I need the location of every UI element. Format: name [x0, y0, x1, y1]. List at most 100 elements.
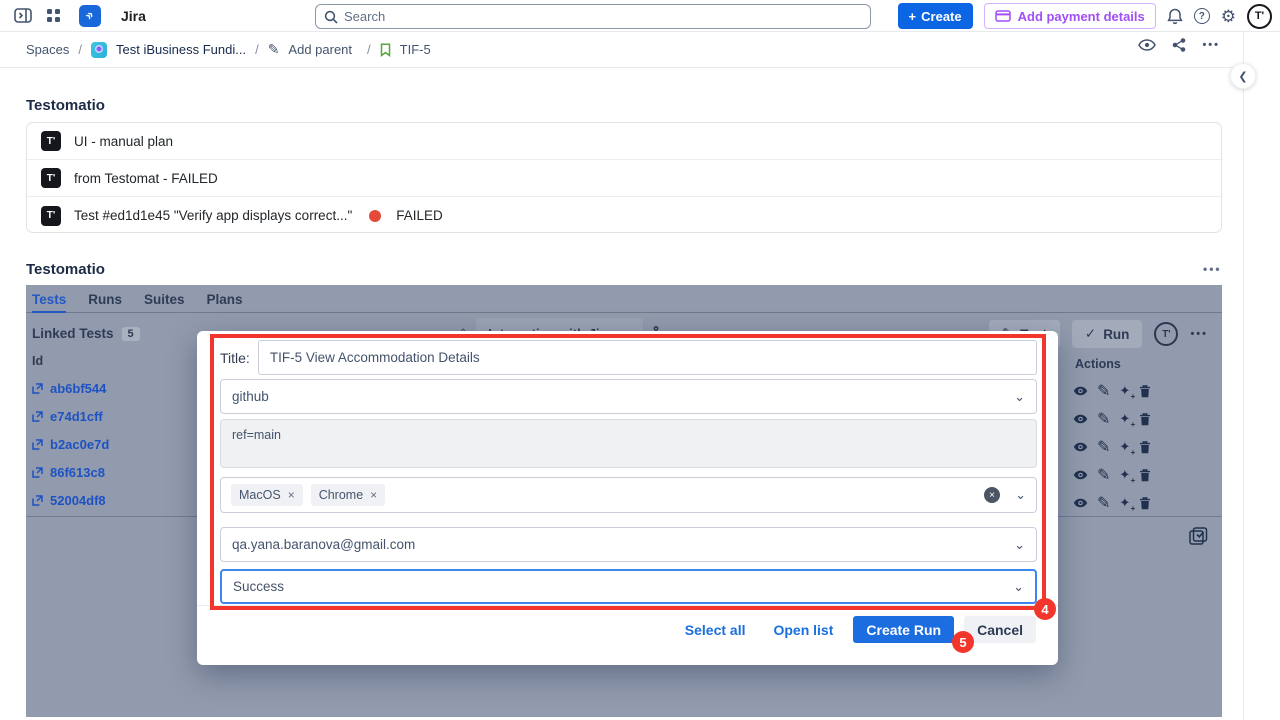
- external-link-icon: [32, 495, 43, 506]
- share-icon[interactable]: [1172, 38, 1186, 52]
- list-item[interactable]: T' Test #ed1d1e45 "Verify app displays c…: [27, 197, 1221, 233]
- search-input[interactable]: [344, 9, 862, 24]
- edit-pencil-icon[interactable]: ✎: [1097, 437, 1110, 457]
- external-link-icon: [32, 383, 43, 394]
- test-id-link[interactable]: ab6bf544: [32, 381, 106, 396]
- tab-runs[interactable]: Runs: [88, 285, 122, 313]
- settings-gear-icon[interactable]: ⚙: [1221, 8, 1236, 25]
- title-label: Title:: [220, 350, 250, 366]
- run-button[interactable]: ✓ Run: [1072, 320, 1143, 348]
- select-all-tests-icon[interactable]: [1189, 527, 1208, 545]
- collapse-panel-button[interactable]: ❮: [1230, 63, 1256, 89]
- testomatio-logo-icon: T': [41, 131, 61, 151]
- ai-sparkles-icon[interactable]: ✦: [1119, 411, 1130, 427]
- view-eye-icon[interactable]: [1073, 386, 1088, 396]
- annotation-step-5: 5: [952, 631, 974, 653]
- view-eye-icon[interactable]: [1073, 442, 1088, 452]
- app-switcher-icon[interactable]: [46, 8, 61, 23]
- breadcrumb-space-name[interactable]: Test iBusiness Fundi...: [116, 42, 246, 57]
- testomatio-circle-logo-icon[interactable]: T': [1154, 322, 1178, 346]
- edit-icon: ✎: [268, 41, 280, 58]
- assignee-select[interactable]: qa.yana.baranova@gmail.com ⌄: [220, 527, 1037, 562]
- runner-select[interactable]: github ⌄: [220, 379, 1037, 414]
- user-avatar[interactable]: T': [1247, 4, 1272, 29]
- view-eye-icon[interactable]: [1073, 414, 1088, 424]
- env-chip: MacOS ×: [231, 484, 303, 506]
- breadcrumb: Spaces / Test iBusiness Fundi... / ✎ Add…: [0, 41, 431, 58]
- row-actions: ✎✦: [1073, 409, 1151, 429]
- list-item[interactable]: T' from Testomat - FAILED: [27, 160, 1221, 197]
- edit-pencil-icon[interactable]: ✎: [1097, 381, 1110, 401]
- run-title-input[interactable]: [258, 340, 1037, 375]
- create-button[interactable]: +Create: [898, 3, 973, 29]
- notifications-bell-icon[interactable]: [1167, 8, 1183, 25]
- annotation-step-4: 4: [1034, 598, 1056, 620]
- plugin-tabs: Tests Runs Suites Plans: [26, 285, 1222, 313]
- add-payment-details-button[interactable]: Add payment details: [984, 3, 1156, 29]
- ai-sparkles-icon[interactable]: ✦: [1119, 439, 1130, 455]
- status-select[interactable]: Success ⌄: [220, 569, 1037, 604]
- test-id-link[interactable]: 52004df8: [32, 493, 106, 508]
- view-eye-icon[interactable]: [1073, 498, 1088, 508]
- ai-sparkles-icon[interactable]: ✦: [1119, 467, 1130, 483]
- testomatio-logo-icon: T': [41, 206, 61, 226]
- top-navigation-bar: » Jira +Create Add payment details ? ⚙ T…: [0, 0, 1280, 32]
- test-id-link[interactable]: b2ac0e7d: [32, 437, 109, 452]
- create-run-modal: Title: github ⌄ ref=main MacOS × Chrome …: [197, 331, 1058, 665]
- ai-sparkles-icon[interactable]: ✦: [1119, 495, 1130, 511]
- watch-eye-icon[interactable]: [1138, 39, 1156, 51]
- tab-tests[interactable]: Tests: [32, 285, 66, 313]
- tab-suites[interactable]: Suites: [144, 285, 185, 313]
- delete-trash-icon[interactable]: [1139, 385, 1151, 398]
- edit-pencil-icon[interactable]: ✎: [1097, 409, 1110, 429]
- breadcrumb-spaces[interactable]: Spaces: [26, 42, 69, 57]
- global-search[interactable]: [315, 4, 871, 29]
- plugin-more-actions-icon[interactable]: •••: [1203, 262, 1222, 276]
- breadcrumb-row: Spaces / Test iBusiness Fundi... / ✎ Add…: [0, 32, 1243, 68]
- test-id-link[interactable]: e74d1cff: [32, 409, 103, 424]
- row-actions: ✎✦: [1073, 381, 1151, 401]
- run-more-actions-icon[interactable]: •••: [1190, 328, 1208, 340]
- panel-divider: [1243, 32, 1244, 720]
- delete-trash-icon[interactable]: [1139, 441, 1151, 454]
- edit-pencil-icon[interactable]: ✎: [1097, 465, 1110, 485]
- list-item[interactable]: T' UI - manual plan: [27, 123, 1221, 160]
- run-params-textarea[interactable]: ref=main: [220, 419, 1037, 468]
- collapse-sidebar-icon[interactable]: [14, 8, 32, 23]
- linked-tests-count-badge: 5: [122, 327, 140, 341]
- external-link-icon: [32, 411, 43, 422]
- row-actions: ✎✦: [1073, 437, 1151, 457]
- open-list-link[interactable]: Open list: [773, 622, 833, 638]
- clear-all-icon[interactable]: ×: [984, 487, 1000, 503]
- testomatio-link-list: T' UI - manual plan T' from Testomat - F…: [26, 122, 1222, 233]
- breadcrumb-current-page[interactable]: TIF-5: [400, 42, 431, 57]
- testomatio-logo-icon: T': [41, 168, 61, 188]
- create-run-button[interactable]: Create Run: [853, 616, 954, 643]
- help-icon[interactable]: ?: [1194, 8, 1210, 24]
- check-icon: ✓: [1085, 326, 1096, 342]
- testomatio-plugin-title: Testomatio: [26, 261, 105, 278]
- edit-pencil-icon[interactable]: ✎: [1097, 493, 1110, 513]
- plus-icon: +: [909, 9, 917, 24]
- view-eye-icon[interactable]: [1073, 470, 1088, 480]
- test-id-link[interactable]: 86f613c8: [32, 465, 105, 480]
- search-icon: [324, 10, 338, 24]
- tab-plans[interactable]: Plans: [207, 285, 243, 313]
- page-more-actions-icon[interactable]: •••: [1202, 39, 1220, 51]
- ai-sparkles-icon[interactable]: ✦: [1119, 383, 1130, 399]
- jira-logo-icon[interactable]: »: [79, 5, 101, 27]
- modal-footer-divider: [197, 605, 1058, 606]
- space-avatar-icon: [91, 42, 107, 58]
- breadcrumb-add-parent[interactable]: Add parent: [288, 42, 352, 57]
- remove-chip-icon[interactable]: ×: [370, 488, 377, 502]
- select-all-link[interactable]: Select all: [685, 622, 746, 638]
- environment-multiselect[interactable]: MacOS × Chrome × × ⌄: [220, 477, 1037, 513]
- remove-chip-icon[interactable]: ×: [288, 488, 295, 502]
- delete-trash-icon[interactable]: [1139, 497, 1151, 510]
- modal-footer: Select all Open list Create Run Cancel: [685, 616, 1036, 643]
- delete-trash-icon[interactable]: [1139, 413, 1151, 426]
- cancel-button[interactable]: Cancel: [964, 616, 1036, 643]
- external-link-icon: [32, 439, 43, 450]
- delete-trash-icon[interactable]: [1139, 469, 1151, 482]
- testomatio-section-title: Testomatio: [26, 97, 105, 114]
